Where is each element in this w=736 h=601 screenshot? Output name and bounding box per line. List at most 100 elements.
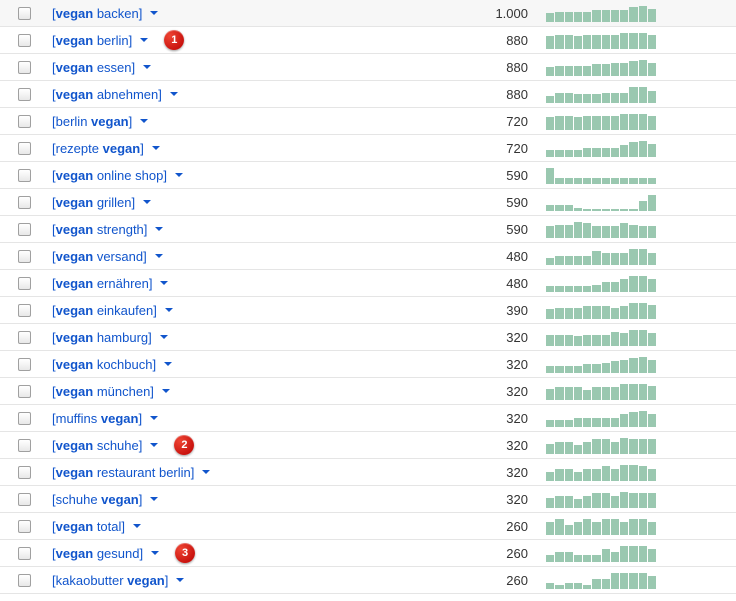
row-checkbox[interactable] xyxy=(18,7,31,20)
sparkline xyxy=(546,517,656,535)
row-checkbox[interactable] xyxy=(18,574,31,587)
trend-cell xyxy=(546,220,736,238)
checkbox-cell xyxy=(0,7,48,20)
chevron-down-icon[interactable] xyxy=(164,362,172,366)
volume-cell: 720 xyxy=(406,141,546,156)
trend-cell xyxy=(546,112,736,130)
keyword-link[interactable]: [vegan münchen] xyxy=(52,384,154,399)
volume-cell: 320 xyxy=(406,384,546,399)
keyword-link[interactable]: [vegan online shop] xyxy=(52,168,167,183)
chevron-down-icon[interactable] xyxy=(155,254,163,258)
keyword-cell: [rezepte vegan] xyxy=(48,141,406,156)
keyword-link[interactable]: [vegan ernähren] xyxy=(52,276,152,291)
keyword-link[interactable]: [berlin vegan] xyxy=(52,114,132,129)
sparkline xyxy=(546,301,656,319)
chevron-down-icon[interactable] xyxy=(143,65,151,69)
keyword-link[interactable]: [vegan gesund] xyxy=(52,546,143,561)
table-row: [kakaobutter vegan] 260 xyxy=(0,567,736,594)
row-checkbox[interactable] xyxy=(18,250,31,263)
row-checkbox[interactable] xyxy=(18,196,31,209)
keyword-cell: [kakaobutter vegan] xyxy=(48,573,406,588)
row-checkbox[interactable] xyxy=(18,520,31,533)
row-checkbox[interactable] xyxy=(18,304,31,317)
keyword-link[interactable]: [rezepte vegan] xyxy=(52,141,144,156)
row-checkbox[interactable] xyxy=(18,412,31,425)
row-checkbox[interactable] xyxy=(18,493,31,506)
keyword-cell: [vegan grillen] xyxy=(48,195,406,210)
keyword-link[interactable]: [vegan hamburg] xyxy=(52,330,152,345)
keyword-cell: [muffins vegan] xyxy=(48,411,406,426)
keyword-link[interactable]: [kakaobutter vegan] xyxy=(52,573,168,588)
chevron-down-icon[interactable] xyxy=(150,416,158,420)
keyword-link[interactable]: [vegan berlin] xyxy=(52,33,132,48)
row-checkbox[interactable] xyxy=(18,277,31,290)
row-checkbox[interactable] xyxy=(18,169,31,182)
keyword-cell: [vegan hamburg] xyxy=(48,330,406,345)
keyword-link[interactable]: [schuhe vegan] xyxy=(52,492,142,507)
sparkline xyxy=(546,328,656,346)
chevron-down-icon[interactable] xyxy=(140,119,148,123)
keyword-link[interactable]: [vegan abnehmen] xyxy=(52,87,162,102)
chevron-down-icon[interactable] xyxy=(160,281,168,285)
checkbox-cell xyxy=(0,61,48,74)
chevron-down-icon[interactable] xyxy=(143,200,151,204)
chevron-down-icon[interactable] xyxy=(162,389,170,393)
keyword-link[interactable]: [vegan versand] xyxy=(52,249,147,264)
row-checkbox[interactable] xyxy=(18,34,31,47)
volume-cell: 320 xyxy=(406,357,546,372)
chevron-down-icon[interactable] xyxy=(133,524,141,528)
keyword-link[interactable]: [vegan essen] xyxy=(52,60,135,75)
row-checkbox[interactable] xyxy=(18,331,31,344)
trend-cell xyxy=(546,328,736,346)
volume-cell: 480 xyxy=(406,276,546,291)
keyword-link[interactable]: [muffins vegan] xyxy=(52,411,142,426)
trend-cell xyxy=(546,355,736,373)
chevron-down-icon[interactable] xyxy=(151,551,159,555)
keyword-link[interactable]: [vegan strength] xyxy=(52,222,147,237)
chevron-down-icon[interactable] xyxy=(152,146,160,150)
row-checkbox[interactable] xyxy=(18,88,31,101)
chevron-down-icon[interactable] xyxy=(160,335,168,339)
checkbox-cell xyxy=(0,196,48,209)
chevron-down-icon[interactable] xyxy=(165,308,173,312)
row-checkbox[interactable] xyxy=(18,115,31,128)
checkbox-cell xyxy=(0,493,48,506)
chevron-down-icon[interactable] xyxy=(202,470,210,474)
row-checkbox[interactable] xyxy=(18,142,31,155)
volume-cell: 260 xyxy=(406,573,546,588)
keyword-cell: [vegan online shop] xyxy=(48,168,406,183)
checkbox-cell xyxy=(0,277,48,290)
sparkline xyxy=(546,4,656,22)
chevron-down-icon[interactable] xyxy=(175,173,183,177)
keyword-link[interactable]: [vegan grillen] xyxy=(52,195,135,210)
keyword-link[interactable]: [vegan backen] xyxy=(52,6,142,21)
keyword-link[interactable]: [vegan einkaufen] xyxy=(52,303,157,318)
sparkline xyxy=(546,274,656,292)
row-checkbox[interactable] xyxy=(18,223,31,236)
keyword-cell: [vegan versand] xyxy=(48,249,406,264)
keyword-cell: [vegan schuhe]2 xyxy=(48,435,406,455)
keyword-link[interactable]: [vegan kochbuch] xyxy=(52,357,156,372)
row-checkbox[interactable] xyxy=(18,358,31,371)
row-checkbox[interactable] xyxy=(18,547,31,560)
row-checkbox[interactable] xyxy=(18,439,31,452)
sparkline xyxy=(546,166,656,184)
chevron-down-icon[interactable] xyxy=(140,38,148,42)
chevron-down-icon[interactable] xyxy=(150,443,158,447)
chevron-down-icon[interactable] xyxy=(176,578,184,582)
trend-cell xyxy=(546,436,736,454)
chevron-down-icon[interactable] xyxy=(150,497,158,501)
row-checkbox[interactable] xyxy=(18,466,31,479)
chevron-down-icon[interactable] xyxy=(150,11,158,15)
keyword-link[interactable]: [vegan restaurant berlin] xyxy=(52,465,194,480)
table-row: [vegan strength]590 xyxy=(0,216,736,243)
keyword-link[interactable]: [vegan total] xyxy=(52,519,125,534)
row-checkbox[interactable] xyxy=(18,61,31,74)
checkbox-cell xyxy=(0,304,48,317)
chevron-down-icon[interactable] xyxy=(170,92,178,96)
keyword-link[interactable]: [vegan schuhe] xyxy=(52,438,142,453)
row-checkbox[interactable] xyxy=(18,385,31,398)
chevron-down-icon[interactable] xyxy=(155,227,163,231)
trend-cell xyxy=(546,517,736,535)
sparkline xyxy=(546,571,656,589)
